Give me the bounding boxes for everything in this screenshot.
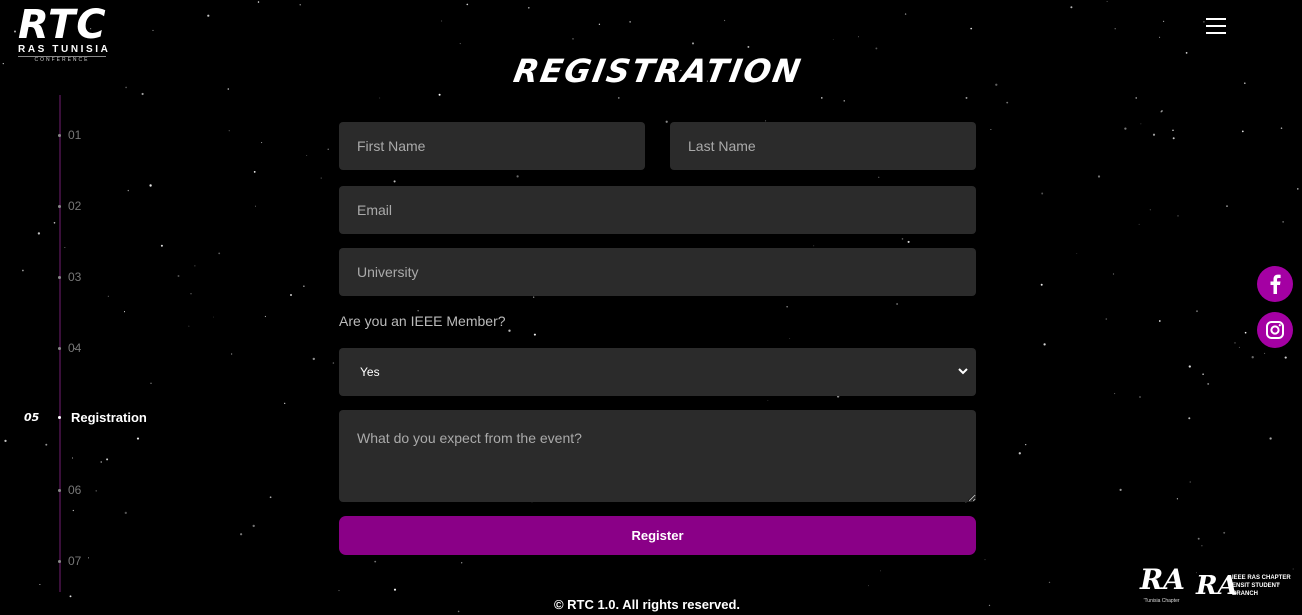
nav-step-label: 07 xyxy=(68,554,82,568)
logo-tagline: CONFERENCE xyxy=(18,56,106,64)
expectations-textarea[interactable] xyxy=(339,410,976,502)
active-step-label: Registration xyxy=(71,410,147,425)
page-title: REGISTRATION xyxy=(510,52,806,90)
ieee-member-selected-value: Yes xyxy=(360,365,380,379)
instagram-icon xyxy=(1266,321,1284,339)
first-name-input[interactable] xyxy=(339,122,645,170)
nav-step-label: 03 xyxy=(68,270,82,284)
hamburger-menu-icon[interactable] xyxy=(1206,18,1226,34)
nav-step-07[interactable]: 07 xyxy=(58,554,81,568)
footer-copyright: © RTC 1.0. All rights reserved. xyxy=(553,597,741,612)
ieee-member-select[interactable]: Yes xyxy=(339,348,976,396)
nav-step-active[interactable]: 05 Registration xyxy=(24,410,147,425)
chevron-down-icon xyxy=(958,366,968,378)
nav-step-label: 06 xyxy=(68,483,82,497)
nav-step-04[interactable]: 04 xyxy=(58,341,81,355)
nav-step-label: 04 xyxy=(68,341,82,355)
nav-step-06[interactable]: 06 xyxy=(58,483,81,497)
logo-title: RTC xyxy=(18,2,107,48)
logo-subtitle: RAS TUNISIA xyxy=(18,44,111,55)
facebook-link[interactable] xyxy=(1257,266,1293,302)
nav-step-label: 01 xyxy=(68,128,82,142)
partner-mark: RA xyxy=(1140,563,1185,596)
nav-step-02[interactable]: 02 xyxy=(58,199,81,213)
nav-step-01[interactable]: 01 xyxy=(58,128,81,142)
partner-line1: IEEE RAS CHAPTER xyxy=(1232,575,1291,581)
email-input[interactable] xyxy=(339,186,976,234)
active-step-number: 05 xyxy=(24,411,40,424)
partner-caption: Tunisia Chapter xyxy=(1144,598,1180,604)
partner-line2: ENSIT STUDENT BRANCH xyxy=(1232,583,1280,597)
ieee-ras-ensit-logo: RA IEEE RAS CHAPTER ENSIT STUDENT BRANCH xyxy=(1196,562,1296,610)
university-input[interactable] xyxy=(339,248,976,296)
nav-step-label: 02 xyxy=(68,199,82,213)
partner-mark: RA xyxy=(1196,571,1238,601)
last-name-input[interactable] xyxy=(670,122,976,170)
rtc-logo[interactable]: RTC RAS TUNISIA CONFERENCE xyxy=(18,2,111,63)
register-button[interactable]: Register xyxy=(339,516,976,555)
facebook-icon xyxy=(1270,274,1281,294)
nav-step-03[interactable]: 03 xyxy=(58,270,81,284)
instagram-link[interactable] xyxy=(1257,312,1293,348)
ieee-member-question: Are you an IEEE Member? xyxy=(339,313,506,329)
ras-tunisia-chapter-logo: RA Tunisia Chapter xyxy=(1140,562,1185,610)
